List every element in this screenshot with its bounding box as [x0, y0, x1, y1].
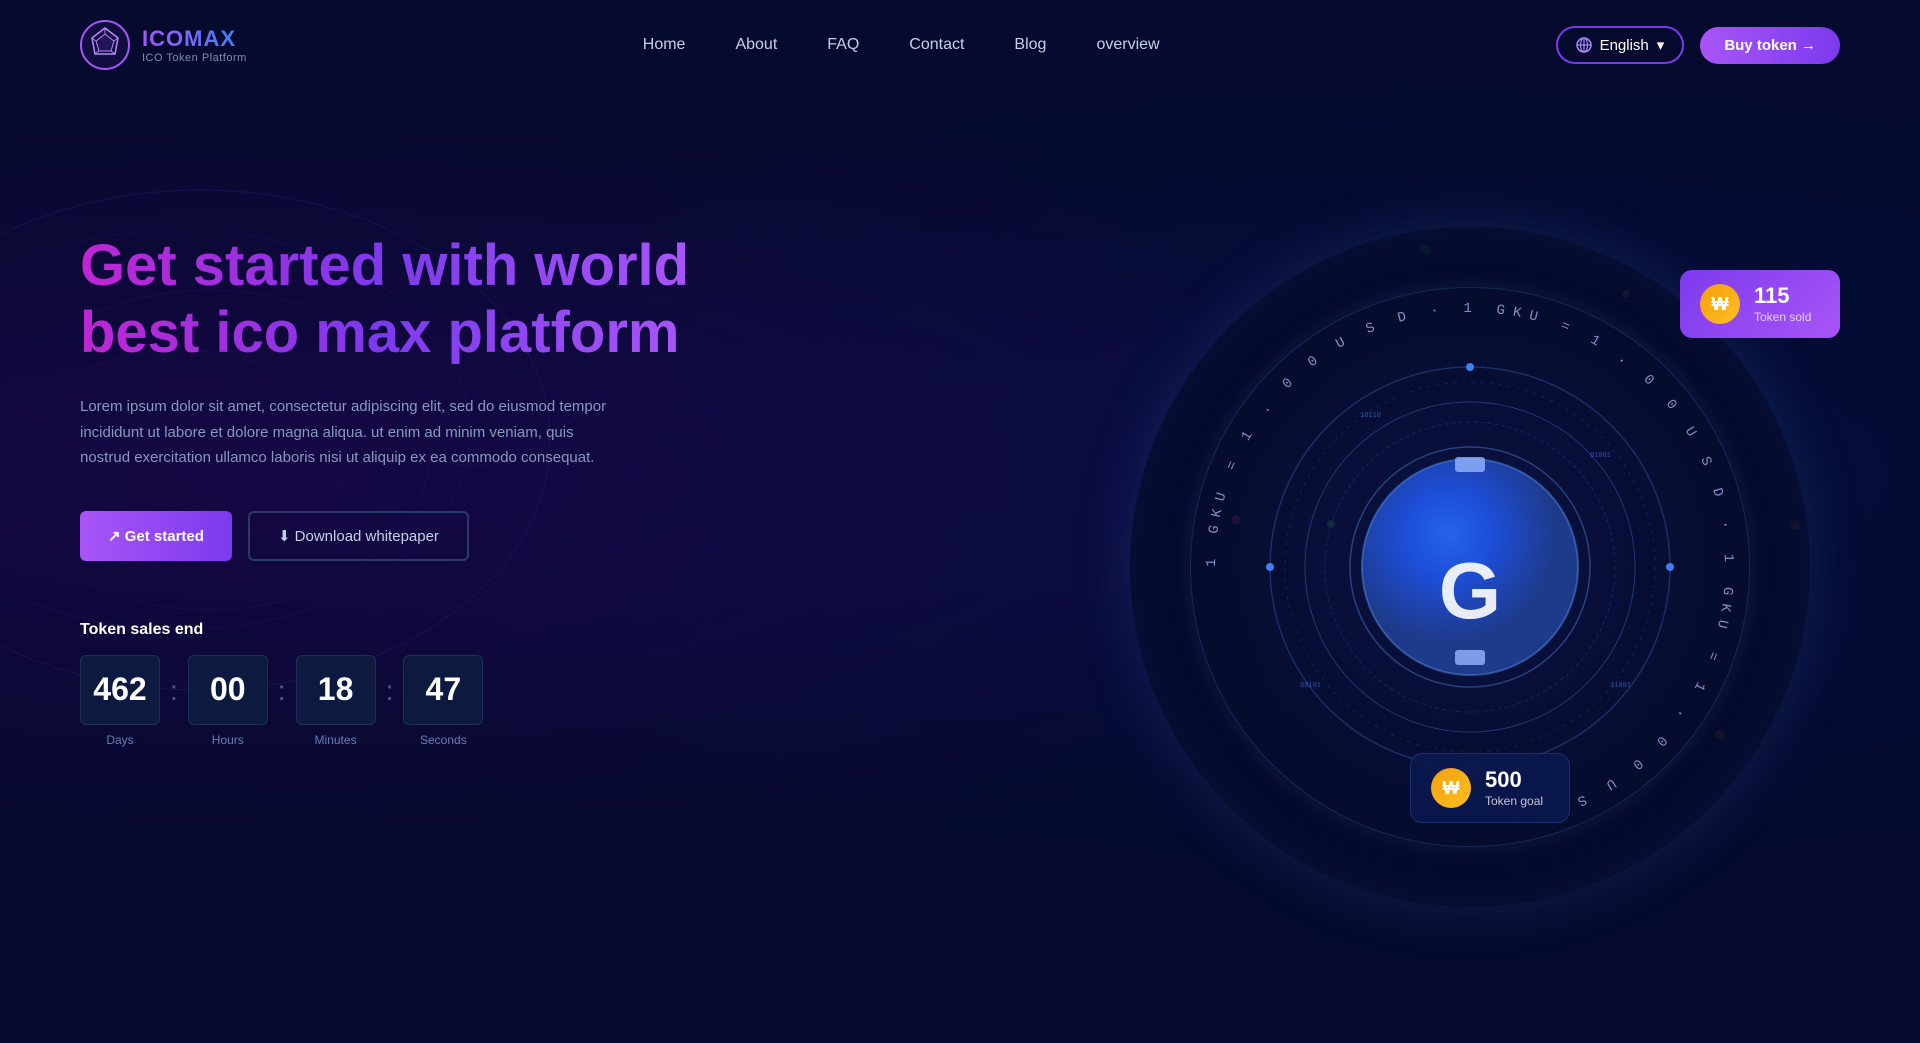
logo-subtitle: ICO Token Platform [142, 52, 247, 64]
download-whitepaper-button[interactable]: ⬇ Download whitepaper [248, 511, 469, 561]
buy-token-label: Buy token → [1724, 37, 1816, 54]
chevron-down-icon: ▾ [1657, 36, 1665, 54]
countdown-separator-2: : [268, 655, 296, 707]
countdown-seconds-label: Seconds [420, 733, 467, 747]
logo[interactable]: ICOMAX ICO Token Platform [80, 20, 247, 70]
nav-contact[interactable]: Contact [909, 36, 964, 53]
countdown-timer: 462 Days : 00 Hours : 18 Minutes : 47 Se… [80, 655, 689, 747]
svg-text:11001: 11001 [1610, 682, 1631, 690]
countdown-days: 462 Days [80, 655, 160, 747]
nav-home[interactable]: Home [643, 36, 686, 53]
language-label: English [1600, 37, 1649, 54]
token-goal-label: Token goal [1485, 794, 1543, 808]
countdown-days-value: 462 [80, 655, 160, 725]
countdown-minutes-value: 18 [296, 655, 376, 725]
hero-heading-line2: best ico max platform [80, 300, 679, 365]
get-started-button[interactable]: ↗ Get started [80, 511, 232, 561]
countdown-minutes-label: Minutes [315, 733, 357, 747]
hero-heading-line1: Get started with world [80, 233, 689, 298]
token-goal-badge: ₩ 500 Token goal [1410, 753, 1570, 823]
nav-right: English ▾ Buy token → [1556, 26, 1840, 64]
hero-content: Get started with world best ico max plat… [80, 233, 689, 747]
countdown-separator-1: : [160, 655, 188, 707]
countdown-separator-3: : [376, 655, 404, 707]
nav-about[interactable]: About [735, 36, 777, 53]
countdown-hours: 00 Hours [188, 655, 268, 747]
countdown-section: Token sales end 462 Days : 00 Hours : 18… [80, 621, 689, 747]
token-sold-info: 115 Token sold [1754, 285, 1811, 324]
token-goal-info: 500 Token goal [1485, 769, 1543, 808]
svg-text:G: G [1439, 546, 1501, 635]
navbar: ICOMAX ICO Token Platform Home About FAQ… [0, 0, 1920, 90]
nav-faq[interactable]: FAQ [827, 36, 859, 53]
token-goal-icon: ₩ [1431, 768, 1471, 808]
countdown-minutes: 18 Minutes [296, 655, 376, 747]
countdown-seconds: 47 Seconds [403, 655, 483, 747]
buy-token-button[interactable]: Buy token → [1700, 27, 1840, 64]
logo-icon [80, 20, 130, 70]
hero-heading: Get started with world best ico max plat… [80, 233, 689, 366]
hero-coin-visual: ₩ 115 Token sold ₩ 500 Token goal [1020, 90, 1920, 1043]
hero-buttons: ↗ Get started ⬇ Download whitepaper [80, 511, 689, 561]
countdown-seconds-value: 47 [403, 655, 483, 725]
token-sold-number: 115 [1754, 285, 1811, 307]
svg-text:01001: 01001 [1590, 452, 1611, 460]
countdown-hours-value: 00 [188, 655, 268, 725]
nav-overview[interactable]: overview [1096, 36, 1159, 53]
hero-section: Get started with world best ico max plat… [0, 90, 1920, 910]
nav-blog[interactable]: Blog [1014, 36, 1046, 53]
svg-text:10110: 10110 [1360, 412, 1381, 420]
token-goal-number: 500 [1485, 769, 1543, 791]
countdown-hours-label: Hours [212, 733, 244, 747]
svg-text:00101: 00101 [1300, 682, 1321, 690]
logo-title: ICOMAX [142, 26, 247, 52]
hero-description: Lorem ipsum dolor sit amet, consectetur … [80, 394, 620, 471]
token-sold-badge: ₩ 115 Token sold [1680, 270, 1840, 338]
countdown-label: Token sales end [80, 621, 689, 639]
globe-icon [1576, 37, 1592, 53]
token-sold-icon: ₩ [1700, 284, 1740, 324]
logo-text: ICOMAX ICO Token Platform [142, 26, 247, 64]
token-sold-label: Token sold [1754, 310, 1811, 324]
nav-links: Home About FAQ Contact Blog overview [643, 36, 1160, 54]
language-button[interactable]: English ▾ [1556, 26, 1685, 64]
countdown-days-label: Days [106, 733, 133, 747]
